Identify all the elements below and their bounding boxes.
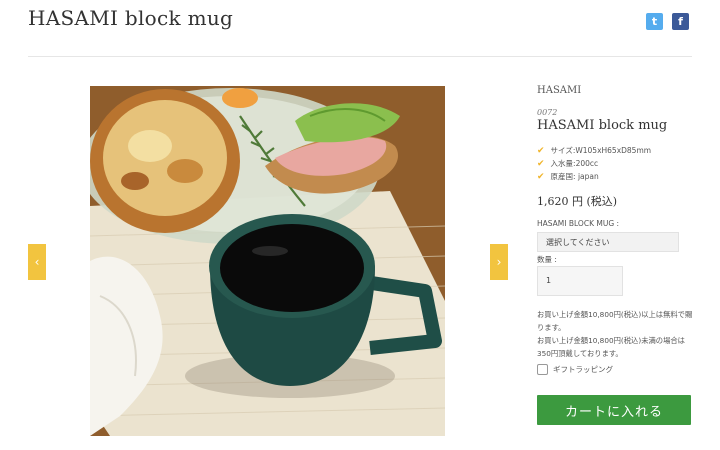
product-photo	[90, 86, 445, 436]
chevron-left-icon: ‹	[34, 255, 40, 269]
spec-text: サイズ:W105xH65xD85mm	[550, 146, 652, 155]
header-divider	[28, 56, 692, 57]
shipping-note: お買い上げ金額10,800円(税込)以上は無料で賜ります。	[537, 310, 693, 332]
variant-select[interactable]: 選択してください	[537, 232, 679, 252]
gift-wrapping-checkbox[interactable]	[537, 364, 548, 375]
check-icon: ✔	[537, 145, 545, 156]
gallery-next-button[interactable]: ›	[490, 244, 508, 280]
product-price: 1,620 円 (税込)	[537, 195, 618, 208]
gallery-prev-button[interactable]: ‹	[28, 244, 46, 280]
quantity-label: 数量 :	[537, 255, 557, 264]
spec-list: ✔ サイズ:W105xH65xD85mm ✔ 入水量:200cc ✔ 原産国: …	[537, 144, 651, 183]
twitter-icon: t	[646, 13, 663, 30]
facebook-share-button[interactable]: f	[672, 13, 689, 30]
check-icon: ✔	[537, 171, 545, 182]
variant-label: HASAMI BLOCK MUG :	[537, 219, 620, 228]
check-icon: ✔	[537, 158, 545, 169]
facebook-icon: f	[672, 13, 689, 30]
spec-item: ✔ 入水量:200cc	[537, 157, 651, 170]
add-to-cart-button[interactable]: カートに入れる	[537, 395, 691, 425]
spec-item: ✔ 原産国: japan	[537, 170, 651, 183]
product-photo-illustration	[90, 86, 445, 436]
chevron-right-icon: ›	[496, 255, 502, 269]
gift-wrapping-option[interactable]: ギフトラッピング	[537, 364, 613, 375]
twitter-share-button[interactable]: t	[646, 13, 663, 30]
gift-wrapping-label: ギフトラッピング	[553, 365, 613, 374]
quantity-input[interactable]: 1	[537, 266, 623, 296]
product-code: 0072	[537, 108, 558, 117]
spec-text: 入水量:200cc	[550, 159, 599, 168]
spec-text: 原産国: japan	[550, 172, 599, 181]
product-name: HASAMI block mug	[537, 118, 668, 133]
shipping-note: お買い上げ金額10,800円(税込)未満の場合は350円頂戴しております。	[537, 336, 685, 358]
spec-item: ✔ サイズ:W105xH65xD85mm	[537, 144, 651, 157]
product-brand: HASAMI	[537, 85, 582, 96]
shipping-notes: お買い上げ金額10,800円(税込)以上は無料で賜ります。 お買い上げ金額10,…	[537, 308, 695, 360]
page-title: HASAMI block mug	[28, 6, 234, 30]
